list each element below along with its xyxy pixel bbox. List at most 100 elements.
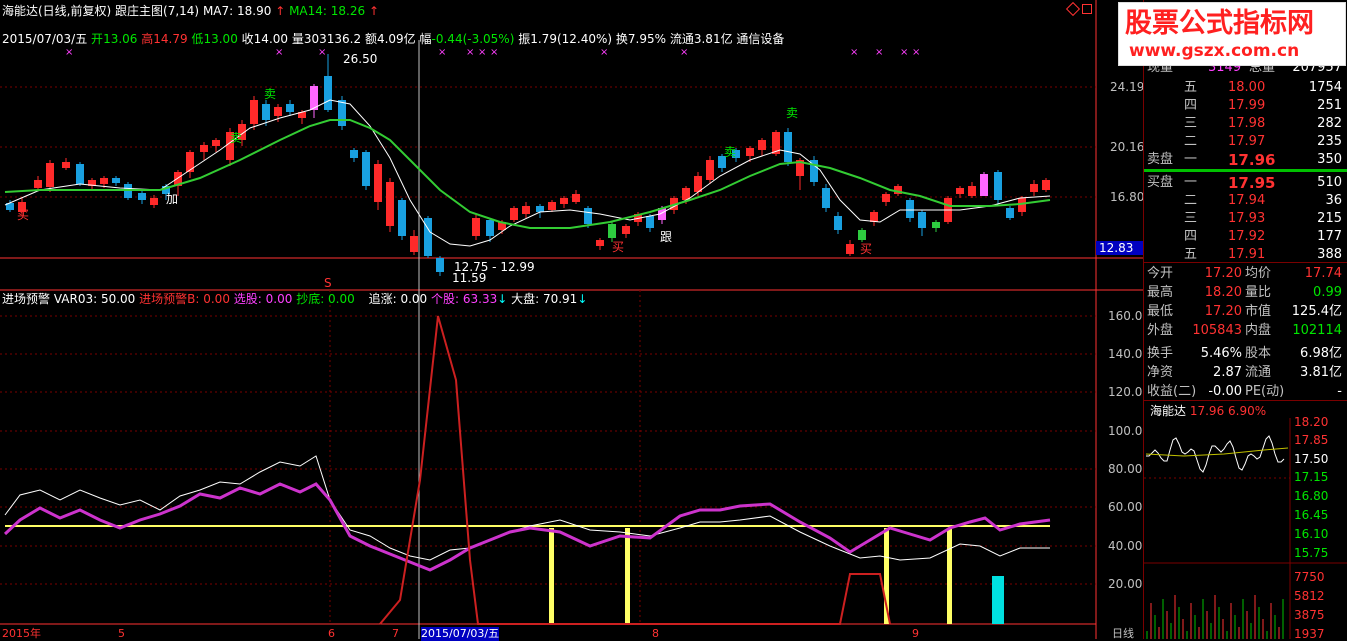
svg-text:×: × (466, 47, 474, 58)
mini-price-tick: 17.15 (1294, 470, 1329, 484)
buy-signal: 买 (860, 242, 873, 256)
ask-row: 三 17.98 282 (1144, 115, 1347, 133)
open-label: 开 (91, 32, 104, 46)
ask-level: 三 (1184, 116, 1198, 131)
add-signal: 加 (166, 192, 179, 206)
sub-name: 进场预警 (2, 292, 51, 306)
bid-row: 三 17.93 215 (1144, 210, 1347, 228)
stat-label: 收益(二) (1147, 384, 1197, 399)
stat-label: 内盘 (1245, 323, 1272, 338)
stat-value: 5.46% (1200, 346, 1242, 361)
stat-label: 最低 (1147, 304, 1174, 319)
mini-price-tick: 17.50 (1294, 452, 1329, 466)
stat-value: 2.87 (1213, 365, 1242, 380)
ma14-label: MA14: 18.26 (289, 4, 366, 18)
stat-value: 125.4亿 (1291, 304, 1342, 319)
ask-level: 四 (1184, 98, 1198, 113)
square-icon[interactable] (1082, 4, 1092, 14)
bid-row: 二 17.94 36 (1144, 192, 1347, 210)
pick-value: 选股: 0.00 (233, 292, 293, 306)
ask-bid-divider (1144, 169, 1347, 172)
stock-value: 个股: 63.33 (431, 292, 498, 306)
mini-price-tick: 16.80 (1294, 489, 1329, 503)
ask-volume: 282 (1317, 116, 1342, 131)
buy-signal: 买 (612, 240, 625, 254)
stat-row: 外盘 105843 内盘 102114 (1144, 322, 1347, 340)
low-label: 低 (191, 32, 204, 46)
price-tick: 16.80 (1110, 190, 1145, 204)
svg-text:×: × (680, 47, 688, 58)
svg-text:×: × (438, 47, 446, 58)
bid-price: 17.93 (1228, 211, 1266, 226)
mini-price-tick: 17.85 (1294, 433, 1329, 447)
stat-value: 105843 (1192, 323, 1242, 338)
bid-row: 四 17.92 177 (1144, 228, 1347, 246)
turnover-value: 换7.95% (615, 32, 667, 46)
open-value: 13.06 (103, 32, 138, 46)
ask-volume: 1754 (1308, 80, 1342, 95)
bid-volume: 36 (1325, 193, 1342, 208)
s-mark: S (324, 276, 332, 290)
kline-chart[interactable]: × × × × × × × × × × × × × (0, 0, 1143, 639)
volume-value: 量303136.2 (291, 32, 362, 46)
bottom-value: 抄底: 0.00 (296, 292, 355, 306)
svg-text:×: × (65, 47, 73, 58)
bid-level: 二 (1184, 193, 1198, 208)
change-label: 幅 (419, 32, 432, 46)
stat-value: 17.20 (1204, 266, 1242, 281)
indicator-tick: 80.00 (1108, 462, 1143, 476)
stat-label: 量比 (1245, 285, 1272, 300)
divider (1144, 400, 1347, 401)
ask-level: 五 (1184, 80, 1198, 95)
close-value: 14.00 (253, 32, 289, 46)
current-price-marker: 12.83 (1096, 241, 1146, 255)
ask-level: 二 (1184, 134, 1198, 149)
divider (1144, 262, 1347, 263)
ask-level: 一 (1184, 152, 1198, 167)
ask-volume: 350 (1317, 152, 1342, 167)
close-label: 收 (241, 32, 254, 46)
bid-price: 17.94 (1228, 193, 1266, 208)
stat-value: 18.20 (1204, 285, 1242, 300)
stat-row: 收益(二) -0.00 PE(动) - (1144, 383, 1347, 401)
stat-label: 最高 (1147, 285, 1174, 300)
amount-value: 额4.09亿 (364, 32, 416, 46)
high-value: 14.79 (153, 32, 188, 46)
stat-value: 17.20 (1204, 304, 1242, 319)
stat-label: 流通 (1245, 365, 1272, 380)
ask-row: 二 17.97 235 (1144, 133, 1347, 151)
sell-signal: 卖 (230, 131, 243, 145)
mini-price-tick: 16.10 (1294, 527, 1329, 541)
mini-price-tick: 16.45 (1294, 508, 1329, 522)
indicator-tick: 20.00 (1108, 577, 1143, 591)
bid-volume: 177 (1317, 229, 1342, 244)
ask-price: 17.98 (1228, 116, 1266, 131)
svg-text:×: × (600, 47, 608, 58)
ask-row: 四 17.99 251 (1144, 97, 1347, 115)
sell-side-label: 卖盘 (1147, 152, 1174, 167)
sub-indicator-header: 进场预警 VAR03: 50.00 进场预警B: 0.00 选股: 0.00 抄… (2, 292, 587, 306)
stat-label: 股本 (1245, 346, 1272, 361)
low-value: 13.00 (203, 32, 238, 46)
bid-level: 一 (1184, 175, 1198, 190)
stat-value: - (1337, 384, 1342, 399)
stock-arrow: ↓ (497, 292, 508, 306)
follow-signal: 跟 (660, 230, 673, 244)
svg-text:×: × (490, 47, 498, 58)
float-value: 流通3.81亿 (669, 32, 733, 46)
watermark-url: www.gszx.com.cn (1129, 41, 1300, 61)
indicator-tick: 60.00 (1108, 500, 1143, 514)
ask-price: 18.00 (1228, 80, 1266, 95)
stat-label: PE(动) (1245, 384, 1285, 399)
svg-text:×: × (478, 47, 486, 58)
mini-volume-tick: 7750 (1294, 570, 1325, 584)
indicator-name: 跟庄主图(7,14) (115, 4, 200, 18)
stat-value: 3.81亿 (1300, 365, 1342, 380)
indicator-tick: 40.00 (1108, 539, 1143, 553)
stat-value: 6.98亿 (1300, 346, 1342, 361)
ma14-arrow: ↑ (368, 4, 380, 18)
mini-pct: 6.90% (1228, 404, 1267, 418)
amplitude-value: 振1.79(12.40%) (518, 32, 613, 46)
ask-price: 17.99 (1228, 98, 1266, 113)
svg-text:×: × (318, 47, 326, 58)
